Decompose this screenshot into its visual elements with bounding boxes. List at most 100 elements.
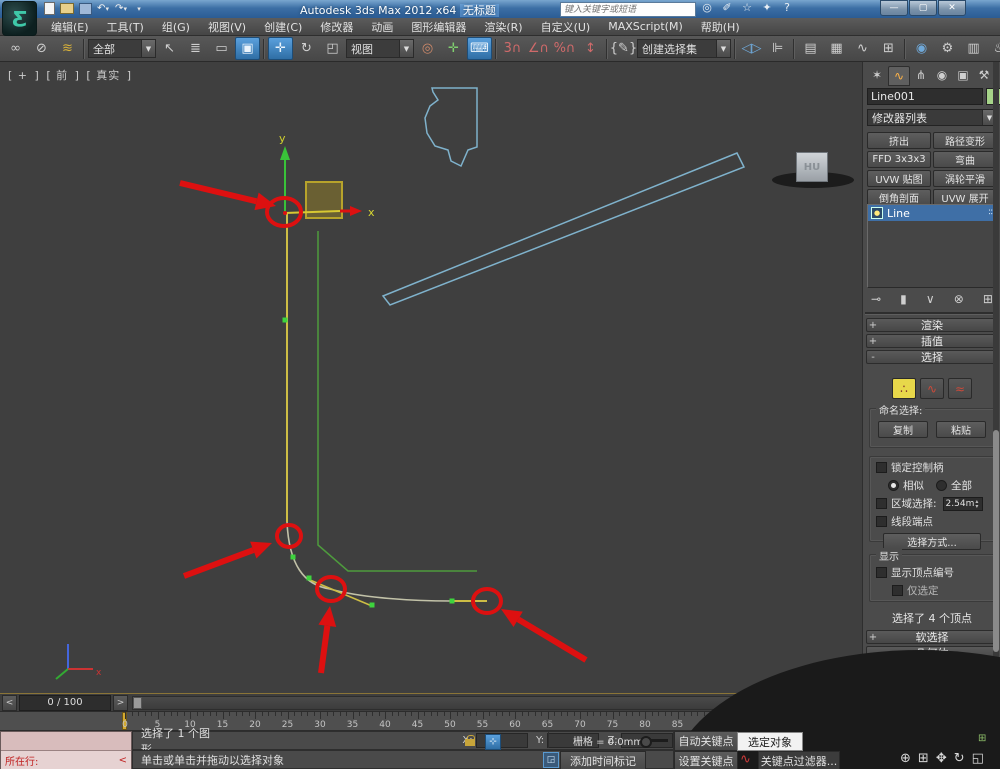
listener-expand-icon[interactable]: <: [119, 755, 127, 766]
search-input[interactable]: [560, 2, 696, 17]
menu-自定义U[interactable]: 自定义(U): [532, 19, 600, 35]
time-slider-handle[interactable]: [133, 696, 142, 709]
window-crossing-toggle-icon[interactable]: ▣: [235, 37, 260, 60]
similar-radio[interactable]: [888, 480, 899, 491]
reference-coordinate-dropdown[interactable]: 视图 ▼: [346, 39, 414, 58]
align-icon[interactable]: ⊫: [765, 37, 790, 60]
area-selection-spinner[interactable]: 2.54m ▴ ▾: [942, 496, 983, 511]
new-file-icon[interactable]: [42, 2, 56, 15]
pin-stack-icon[interactable]: ⊸: [871, 292, 881, 306]
orbit-icon[interactable]: ↻: [954, 751, 965, 766]
modifier-button-路径变形[interactable]: 路径变形: [933, 132, 997, 149]
x-coordinate-field[interactable]: [475, 733, 528, 748]
named-selection-dropdown[interactable]: 创建选择集 ▼: [637, 39, 731, 58]
close-button[interactable]: ✕: [938, 0, 966, 16]
keyboard-override-toggle-icon[interactable]: ⌨: [467, 37, 492, 60]
spinner-snap-icon[interactable]: ↕: [578, 37, 603, 60]
zoom-icon[interactable]: ⊕: [900, 751, 911, 766]
menu-动画[interactable]: 动画: [362, 19, 402, 35]
menu-MAXScriptM[interactable]: MAXScript(M): [599, 20, 692, 33]
select-and-manipulate-icon[interactable]: ✛: [441, 37, 466, 60]
modifier-button-UVW 贴图[interactable]: UVW 贴图: [867, 170, 931, 187]
modifier-button-弯曲[interactable]: 弯曲: [933, 151, 997, 168]
tab-utilities[interactable]: ⚒: [974, 66, 994, 84]
select-and-rotate-icon[interactable]: ↻: [294, 37, 319, 60]
curve-editor-icon[interactable]: ∿: [850, 37, 875, 60]
bind-to-space-warp-icon[interactable]: ≋: [55, 37, 80, 60]
vertex-subobject-icon[interactable]: ∴: [892, 378, 916, 399]
segment-end-checkbox[interactable]: [876, 516, 887, 527]
infocenter-icon[interactable]: ☆: [740, 1, 754, 14]
schematic-view-icon[interactable]: ⊞: [876, 37, 901, 60]
use-pivot-center-icon[interactable]: ◎: [415, 37, 440, 60]
modifier-stack[interactable]: ● Line ∶∶: [867, 204, 997, 288]
menu-视图V[interactable]: 视图(V): [199, 19, 255, 35]
spline-subobject-icon[interactable]: ≈: [948, 378, 972, 399]
panel-scrollbar[interactable]: [993, 62, 999, 702]
modifier-button-挤出[interactable]: 挤出: [867, 132, 931, 149]
object-name-field[interactable]: Line001: [867, 88, 983, 105]
render-setup-icon[interactable]: ⚙: [935, 37, 960, 60]
snap-toggle-3d-icon[interactable]: 3∩: [500, 37, 525, 60]
tab-create[interactable]: ✶: [867, 66, 887, 84]
next-frame-button[interactable]: >: [113, 694, 128, 711]
maximize-button[interactable]: ▢: [909, 0, 937, 16]
edit-named-selection-sets-icon[interactable]: {✎}: [610, 37, 637, 60]
menu-修改器[interactable]: 修改器: [311, 19, 362, 35]
viewport-layout-icon[interactable]: ⊞: [978, 733, 986, 744]
stack-item-line[interactable]: ● Line ∶∶: [868, 205, 996, 221]
make-unique-icon[interactable]: ∨: [926, 292, 935, 306]
selected-object-filter-dropdown[interactable]: 选定对象: [737, 732, 803, 751]
search-keyword-icon[interactable]: ◎: [700, 1, 714, 14]
tab-modify[interactable]: ∿: [888, 66, 910, 86]
render-production-icon[interactable]: ♨: [987, 37, 1000, 60]
select-object-icon[interactable]: ↖: [157, 37, 182, 60]
mirror-icon[interactable]: ◁▷: [739, 37, 764, 60]
rollout-interpolation[interactable]: + 插值: [866, 334, 998, 348]
application-menu-button[interactable]: Ʒ: [2, 1, 37, 36]
menu-渲染R[interactable]: 渲染(R): [475, 19, 531, 35]
pan-hand-icon[interactable]: ✥: [936, 751, 947, 766]
favorites-icon[interactable]: ✦: [760, 1, 774, 14]
lock-handles-checkbox[interactable]: [876, 462, 887, 473]
modifier-list-dropdown[interactable]: 修改器列表 ▼: [867, 109, 997, 126]
all-radio[interactable]: [936, 480, 947, 491]
previous-frame-button[interactable]: <: [2, 694, 17, 711]
rollout-render[interactable]: + 渲染: [866, 318, 998, 332]
viewport-menu-plus[interactable]: [ + ]: [8, 69, 40, 82]
isolate-selection-icon[interactable]: ◲: [543, 752, 559, 768]
help-icon[interactable]: ?: [780, 1, 794, 14]
unlink-selection-icon[interactable]: ⊘: [29, 37, 54, 60]
listener-input[interactable]: [1, 732, 131, 751]
front-viewport[interactable]: [ + ] [ 前 ] [ 真实 ] HU x y x: [0, 62, 862, 693]
manage-layers-icon[interactable]: ▤: [798, 37, 823, 60]
toolbar-options-icon[interactable]: ▾: [132, 2, 146, 15]
maximize-viewport-icon[interactable]: ◱: [972, 751, 984, 766]
add-time-tag-button[interactable]: 添加时间标记: [560, 751, 646, 769]
rendered-frame-icon[interactable]: ▥: [961, 37, 986, 60]
key-filters-button[interactable]: 关键点过滤器...: [758, 751, 840, 769]
redo-icon[interactable]: ↷ ▾: [114, 2, 128, 15]
absolute-mode-toggle-icon[interactable]: ⊹: [485, 734, 501, 750]
area-selection-checkbox[interactable]: [876, 498, 887, 509]
segment-subobject-icon[interactable]: ∿: [920, 378, 944, 399]
communication-center-icon[interactable]: ✐: [720, 1, 734, 14]
configure-modifier-sets-icon[interactable]: ⊞: [983, 292, 993, 306]
set-key-button[interactable]: 设置关键点: [674, 751, 738, 769]
menu-帮助H[interactable]: 帮助(H): [692, 19, 749, 35]
selected-only-checkbox[interactable]: [892, 585, 903, 596]
remove-modifier-icon[interactable]: ⊗: [954, 292, 964, 306]
graphite-ribbon-icon[interactable]: ▦: [824, 37, 849, 60]
save-file-icon[interactable]: [78, 2, 92, 15]
menu-编辑E[interactable]: 编辑(E): [42, 19, 98, 35]
tab-hierarchy[interactable]: ⋔: [911, 66, 931, 84]
viewport-menu-shading[interactable]: [ 真实 ]: [86, 69, 132, 82]
menu-图形编辑器[interactable]: 图形编辑器: [402, 19, 475, 35]
select-by-name-icon[interactable]: ≣: [183, 37, 208, 60]
minimize-button[interactable]: —: [880, 0, 908, 16]
selection-lock-icon[interactable]: [465, 735, 475, 747]
undo-icon[interactable]: ↶ ▾: [96, 2, 110, 15]
menu-工具T[interactable]: 工具(T): [98, 19, 153, 35]
select-and-move-icon[interactable]: ✛: [268, 37, 293, 60]
open-file-icon[interactable]: [60, 2, 74, 15]
